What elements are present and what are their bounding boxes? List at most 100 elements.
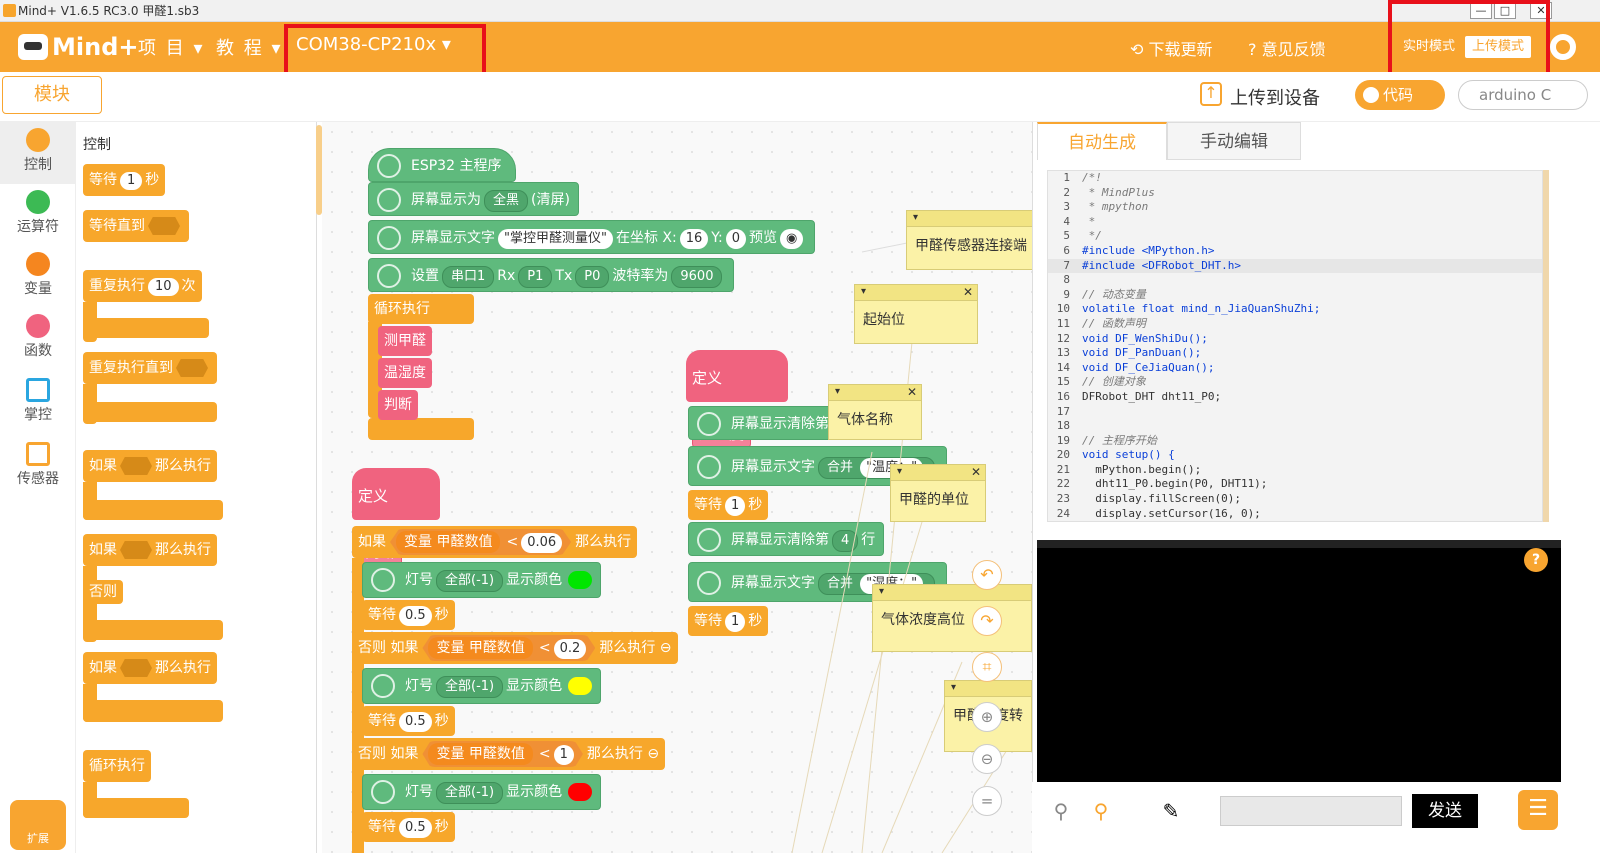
usb-icon[interactable]: ⚲ <box>1046 796 1076 826</box>
serial-monitor <box>1037 540 1561 790</box>
code-line[interactable]: 13 void DF_PanDuan(); <box>1048 346 1542 361</box>
code-text: #include <DFRobot_DHT.h> <box>1082 258 1241 272</box>
line-number: 5 <box>1063 229 1070 243</box>
send-button[interactable]: 发送 <box>1412 794 1478 828</box>
code-line[interactable]: 9 // 动态变量 <box>1048 288 1542 303</box>
feedback[interactable]: ? 意见反馈 <box>1248 36 1326 60</box>
modules-tab[interactable]: 模块 <box>2 76 102 114</box>
code-line[interactable]: 19 // 主程序开始 <box>1048 434 1542 449</box>
code-line[interactable]: 3 * mpython <box>1048 200 1542 215</box>
line-number: 23 <box>1056 492 1070 506</box>
palette-repeat-until-block[interactable]: 重复执行直到 <box>83 352 217 384</box>
zoom-reset-icon[interactable]: = <box>972 786 1002 816</box>
code-line[interactable]: 11 // 函数声明 <box>1048 317 1542 332</box>
code-line[interactable]: 6 #include <MPython.h> <box>1048 244 1542 259</box>
redo-icon[interactable]: ↷ <box>972 606 1002 636</box>
category-mpython[interactable]: 掌控 <box>0 372 76 434</box>
usb-connect-icon[interactable]: ⚲ <box>1086 796 1116 826</box>
undo-icon[interactable]: ↶ <box>972 560 1002 590</box>
code-line[interactable]: 14 void DF_CeJiaQuan(); <box>1048 361 1542 376</box>
toolbar-row: 模块 ↑ 上传到设备 代码 arduino C <box>0 72 1600 122</box>
extension-button[interactable]: 扩展 <box>10 800 66 850</box>
crop-icon[interactable]: ⌗ <box>972 652 1002 682</box>
comment-note-2[interactable]: ▾ ✕ 起始位 <box>854 284 978 344</box>
category-control[interactable]: 控制 <box>0 122 76 184</box>
code-text: display.setCursor(16, 0); <box>1082 506 1261 520</box>
line-number: 7 <box>1063 258 1070 272</box>
line-number: 2 <box>1063 185 1070 199</box>
palette-repeat-block[interactable]: 重复执行 10 次 <box>83 270 202 302</box>
code-toggle-button[interactable]: 代码 <box>1355 80 1445 110</box>
serial-send-input[interactable] <box>1220 796 1402 826</box>
menu-project[interactable]: 项 目 ▾ <box>138 34 205 60</box>
code-line[interactable]: 24 display.setCursor(16, 0); <box>1048 506 1542 521</box>
code-line[interactable]: 7 #include <DFRobot_DHT.h> <box>1048 258 1542 274</box>
palette-wait-until-block[interactable]: 等待直到 <box>83 210 189 242</box>
code-text: DFRobot_DHT dht11_P0; <box>1082 389 1222 403</box>
code-text: // 创建对象 <box>1082 375 1146 389</box>
code-line[interactable]: 18 <box>1048 419 1542 434</box>
download-update[interactable]: ⟲ 下载更新 <box>1130 36 1213 60</box>
comment-note-1[interactable]: ▾ 甲醛传感器连接端 <box>906 210 1032 270</box>
code-panel: 自动生成 手动编辑 1/*! 2 * MindPlus 3 * mpython 4 *… <box>1032 122 1600 853</box>
code-line[interactable]: 20 void setup() { <box>1048 448 1542 463</box>
question-icon: ? <box>1248 40 1257 59</box>
comment-note-3[interactable]: ▾ ✕ 气体名称 <box>828 384 922 440</box>
category-sidebar: 控制 运算符 变量 函数 掌控 传感器 <box>0 122 76 853</box>
clock-icon: ⟲ <box>1130 40 1144 59</box>
line-number: 12 <box>1056 331 1070 345</box>
code-line[interactable]: 21 mPython.begin(); <box>1048 463 1542 478</box>
code-editor[interactable]: 1/*! 2 * MindPlus 3 * mpython 4 * 5 */6 #incl… <box>1047 170 1543 522</box>
comment-note-5[interactable]: ▾ 气体浓度高位 <box>872 584 1032 652</box>
palette-if-else-block[interactable]: 如果 那么执行 <box>83 534 217 566</box>
menubar: Mind+ 项 目 ▾ 教 程 ▾ COM38-CP210x ▾ ⟲ 下载更新 … <box>0 22 1600 72</box>
palette-forever-block[interactable]: 循环执行 <box>83 750 151 782</box>
code-text: void DF_WenShiDu(); <box>1082 331 1208 345</box>
code-line[interactable]: 4 * <box>1048 215 1542 230</box>
help-icon[interactable]: ? <box>1524 548 1548 572</box>
mindplus-logo: Mind+ <box>18 28 138 66</box>
menu-tutorial[interactable]: 教 程 ▾ <box>216 34 283 60</box>
script-canvas[interactable]: ESP32 主程序 屏幕显示为 全黑 (清屏) 屏幕显示文字 "掌控甲醛测量仪" 在坐标… <box>322 122 1032 853</box>
zoom-out-icon[interactable]: ⊖ <box>972 744 1002 774</box>
zoom-in-icon[interactable]: ⊕ <box>972 702 1002 732</box>
upload-to-device-button[interactable]: 上传到设备 <box>1230 84 1320 110</box>
code-line[interactable]: 16 DFRobot_DHT dht11_P0; <box>1048 390 1542 405</box>
line-number: 8 <box>1063 273 1070 287</box>
note-close-icon[interactable]: ✕ <box>907 385 917 399</box>
code-line[interactable]: 17 <box>1048 405 1542 420</box>
code-line[interactable]: 2 * MindPlus <box>1048 186 1542 201</box>
category-variables[interactable]: 变量 <box>0 246 76 308</box>
language-select[interactable]: arduino C <box>1458 80 1588 110</box>
menu-list-icon[interactable]: ☰ <box>1518 790 1558 830</box>
code-line[interactable]: 23 display.fillScreen(0); <box>1048 492 1542 507</box>
code-line[interactable]: 5 */ <box>1048 229 1542 244</box>
palette-wait-block[interactable]: 等待 1 秒 <box>83 164 166 196</box>
code-line[interactable]: 10 volatile float mind_n_JiaQuanShuZhi; <box>1048 302 1542 317</box>
note-close-icon[interactable]: ✕ <box>971 465 981 479</box>
code-line[interactable]: 8 <box>1048 273 1542 288</box>
code-text: dht11_P0.begin(P0, DHT11); <box>1082 477 1268 491</box>
code-text: /*! <box>1082 171 1102 184</box>
code-line[interactable]: 15 // 创建对象 <box>1048 375 1542 390</box>
tab-auto-generate[interactable]: 自动生成 <box>1037 122 1167 160</box>
settings-gear-icon[interactable] <box>1550 34 1576 60</box>
code-line[interactable]: 1 /*! <box>1048 171 1542 186</box>
upload-arrow-icon[interactable]: ↑ <box>1200 82 1222 106</box>
comment-note-4[interactable]: ▾ ✕ 甲醛的单位 <box>890 464 986 522</box>
note-close-icon[interactable]: ✕ <box>963 285 973 299</box>
tab-manual-edit[interactable]: 手动编辑 <box>1167 122 1301 160</box>
line-number: 19 <box>1056 433 1070 447</box>
line-number: 9 <box>1063 287 1070 301</box>
app-icon <box>3 4 16 17</box>
clear-output-icon[interactable]: ✎ <box>1156 796 1186 826</box>
code-scrollbar[interactable] <box>1543 170 1549 522</box>
code-line[interactable]: 12 void DF_WenShiDu(); <box>1048 332 1542 347</box>
palette-if-plus-block[interactable]: 如果 那么执行 <box>83 652 217 684</box>
code-line[interactable]: 22 dht11_P0.begin(P0, DHT11); <box>1048 477 1542 492</box>
palette-if-block[interactable]: 如果 那么执行 <box>83 450 217 482</box>
code-text: void setup() { <box>1082 448 1175 462</box>
category-sensors[interactable]: 传感器 <box>0 436 76 498</box>
category-operators[interactable]: 运算符 <box>0 184 76 246</box>
category-functions[interactable]: 函数 <box>0 308 76 370</box>
